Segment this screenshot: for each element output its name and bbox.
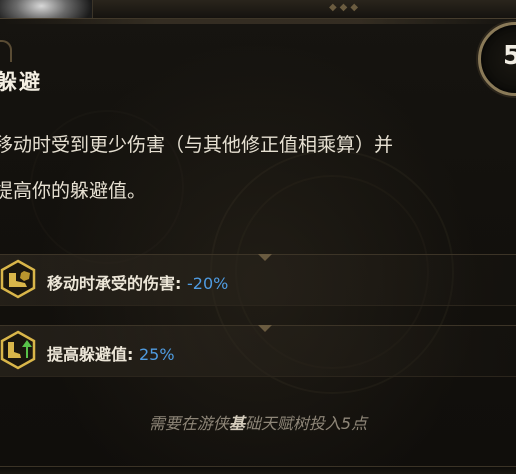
stat-value: -20% [186, 274, 229, 293]
frame-corner [0, 40, 12, 62]
requirement-prefix: 需要在游侠 [148, 414, 229, 433]
skill-description: 移动时受到更少伤害（与其他修正值相乘算）并 提高你的躲避值。 [0, 122, 514, 214]
row-divider-notch [258, 254, 272, 261]
frame-bottom-border [0, 466, 516, 474]
requirement-suffix: 础天赋树投入5点 [244, 414, 368, 433]
skill-tooltip: ◆◆◆ 5 躲避 移动时受到更少伤害（与其他修正值相乘算）并 提高你的躲避值。 … [0, 0, 516, 474]
requirement-highlight: 基 [228, 414, 245, 433]
row-divider-notch [258, 325, 272, 332]
stat-label: 提高躲避值: 25% [47, 341, 175, 365]
description-line: 移动时受到更少伤害（与其他修正值相乘算）并 [0, 134, 394, 156]
stat-label: 移动时承受的伤害: -20% [47, 270, 228, 294]
stat-row-dodge-rating: 提高躲避值: 25% [0, 325, 516, 377]
skill-rank-badge: 5 [478, 22, 516, 96]
skill-title: 躲避 [0, 70, 42, 94]
stat-value: 25% [138, 345, 175, 364]
frame-top-border [0, 18, 516, 24]
stat-row-damage-taken: 移动时承受的伤害: -20% [0, 254, 516, 306]
frame-ornament: ◆◆◆ [328, 2, 362, 13]
skill-rank-value: 5 [503, 41, 516, 71]
skill-portrait-icon [0, 0, 93, 18]
description-line: 提高你的躲避值。 [0, 180, 147, 202]
boot-arrow-up-icon [0, 330, 36, 370]
stat-label-text: 移动时承受的伤害: [47, 274, 182, 293]
requirement-text: 需要在游侠基础天赋树投入5点 [0, 410, 516, 434]
stat-label-text: 提高躲避值: [47, 345, 134, 364]
top-frame-strip: ◆◆◆ [0, 0, 516, 19]
boot-shield-icon [0, 259, 36, 299]
